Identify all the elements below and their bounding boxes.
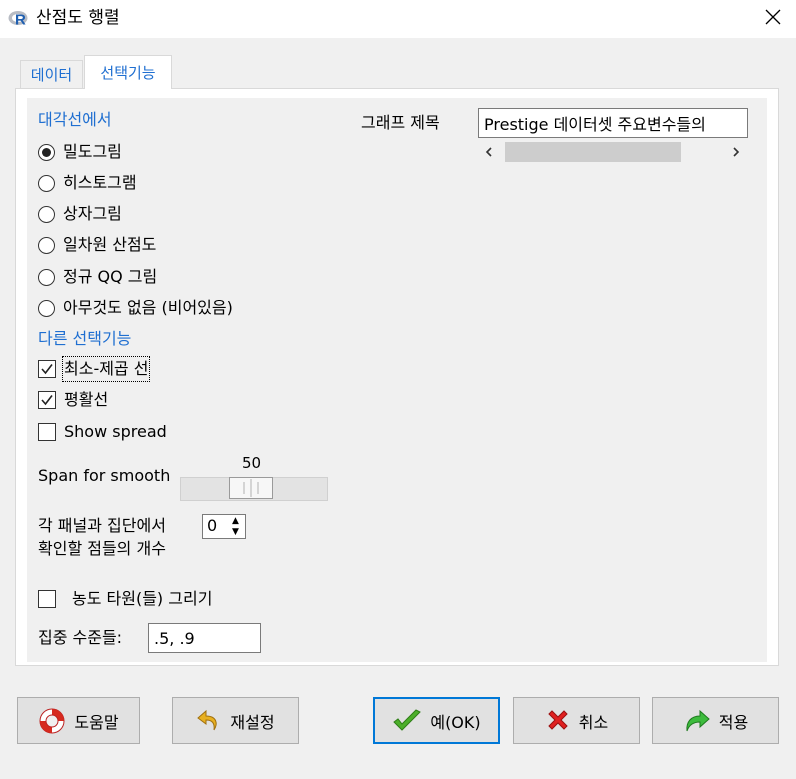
radio-label: 정규 QQ 그림 (63, 267, 158, 286)
scroll-right-icon[interactable] (731, 142, 741, 167)
checkbox-checked[interactable] (38, 360, 56, 378)
levels-label: 집중 수준들: (38, 628, 123, 647)
checkbox-unchecked[interactable] (38, 423, 56, 441)
radio-button-selected[interactable] (38, 143, 55, 161)
help-button-label: 도움말 (74, 712, 119, 732)
checkbox-label: Show spread (64, 422, 167, 441)
radio-none[interactable]: 아무것도 없음 (비어있음) (38, 296, 233, 320)
reset-button[interactable]: 재설정 (172, 697, 299, 744)
checkbox-checked[interactable] (38, 391, 56, 409)
close-icon (765, 9, 781, 29)
levels-input[interactable] (148, 623, 261, 653)
radio-density[interactable]: 밀도그림 (38, 140, 122, 164)
checkmark-icon (41, 395, 53, 406)
checkbox-label: 평활선 (64, 390, 109, 409)
graph-title-input[interactable] (478, 108, 748, 138)
checkbox-smooth-line[interactable]: 평활선 (38, 388, 108, 412)
checkbox-least-squares[interactable]: 최소-제곱 선 (38, 356, 151, 382)
lifebuoy-icon (38, 707, 66, 735)
radio-boxplot[interactable]: 상자그림 (38, 202, 122, 226)
undo-arrow-icon (196, 708, 222, 734)
radio-label: 상자그림 (63, 204, 122, 223)
radio-button[interactable] (38, 205, 55, 223)
radio-button[interactable] (38, 236, 55, 254)
help-button[interactable]: 도움말 (17, 697, 140, 744)
radio-label: 밀도그림 (63, 142, 122, 161)
reset-button-label: 재설정 (230, 712, 275, 732)
other-options-heading: 다른 선택기능 (38, 329, 132, 348)
checkbox-show-spread[interactable]: Show spread (38, 420, 167, 444)
graph-title-label: 그래프 제목 (361, 113, 440, 132)
points-label-line2: 확인할 점들의 개수 (38, 539, 166, 558)
apply-button-label: 적용 (718, 712, 749, 732)
radio-oned-scatter[interactable]: 일차원 산점도 (38, 233, 156, 257)
diagonal-heading: 대각선에서 (38, 110, 112, 129)
radio-button[interactable] (38, 268, 55, 286)
r-logo-icon: R (8, 9, 30, 29)
red-x-icon (545, 708, 571, 734)
checkbox-ellipses[interactable]: 농도 타원(들) 그리기 (38, 587, 212, 611)
span-slider-thumb[interactable] (229, 477, 273, 499)
checkbox-label: 농도 타원(들) 그리기 (72, 589, 213, 608)
spin-down-icon[interactable]: ▼ (232, 527, 239, 537)
ok-button-label: 예(OK) (430, 712, 481, 732)
window-title: 산점도 행렬 (36, 8, 120, 28)
radio-histogram[interactable]: 히스토그램 (38, 171, 137, 195)
span-value: 50 (242, 454, 262, 472)
points-label-line1: 각 패널과 집단에서 (38, 516, 166, 535)
radio-label: 아무것도 없음 (비어있음) (63, 298, 233, 317)
radio-qq-plot[interactable]: 정규 QQ 그림 (38, 265, 157, 289)
svg-text:R: R (15, 12, 26, 28)
span-label: Span for smooth (38, 466, 171, 485)
checkmark-icon (392, 708, 422, 734)
close-button[interactable] (750, 0, 796, 38)
forward-arrow-icon (683, 708, 711, 734)
spin-up-icon[interactable]: ▲ (232, 516, 239, 526)
horizontal-scrollbar-thumb[interactable] (505, 142, 681, 162)
points-value[interactable]: 0 (207, 515, 217, 537)
cancel-button[interactable]: 취소 (513, 697, 640, 744)
radio-button[interactable] (38, 299, 55, 317)
cancel-button-label: 취소 (578, 712, 609, 732)
tab-data[interactable]: 데이터 (20, 60, 83, 88)
ok-button[interactable]: 예(OK) (373, 697, 500, 744)
radio-button[interactable] (38, 174, 55, 192)
scroll-left-icon[interactable] (484, 142, 494, 167)
tab-options[interactable]: 선택기능 (84, 55, 172, 89)
apply-button[interactable]: 적용 (652, 697, 779, 744)
checkmark-icon (41, 364, 53, 375)
checkbox-unchecked[interactable] (38, 590, 56, 608)
radio-label: 일차원 산점도 (63, 235, 157, 254)
checkbox-label: 최소-제곱 선 (61, 356, 151, 382)
radio-label: 히스토그램 (63, 173, 137, 192)
